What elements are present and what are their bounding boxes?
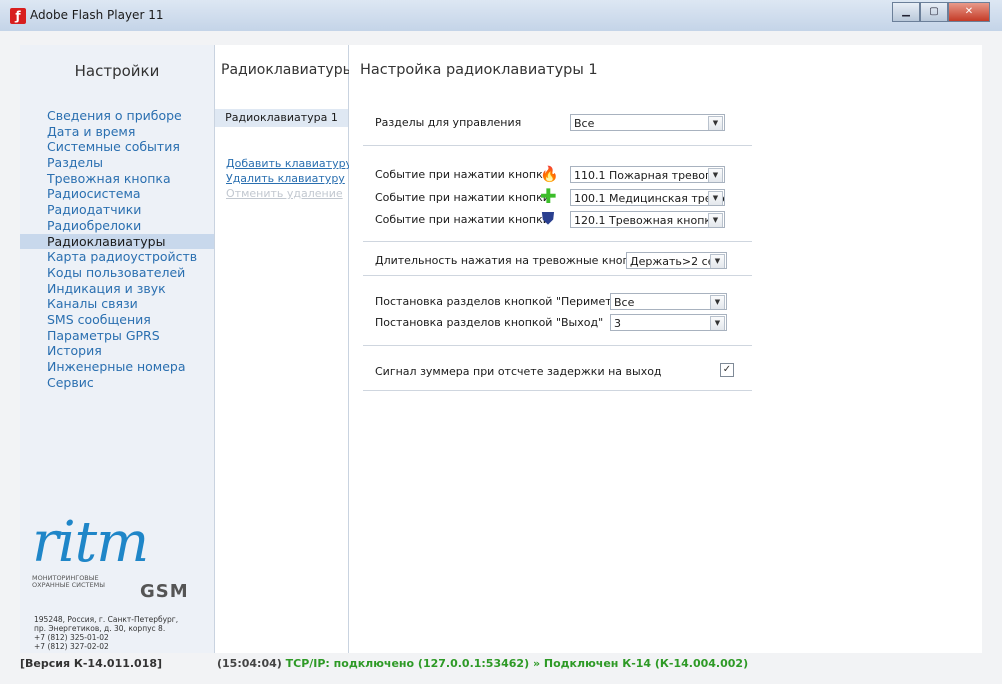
logo-gsm: GSM [140,581,189,602]
sidebar-item[interactable]: Параметры GPRS [20,328,214,344]
sidebar-nav: Сведения о приборе Дата и время Системные … [20,108,214,390]
status-arrow: » [532,657,541,670]
perimeter-value: Все [614,296,635,309]
sidebar-item[interactable]: Дата и время [20,124,214,140]
sidebar-item[interactable]: Системные события [20,139,214,155]
chevron-down-icon[interactable]: ▼ [710,254,725,268]
keyboard-settings-panel: Настройка радиоклавиатуры 1 Разделы для … [349,45,982,653]
chevron-down-icon[interactable]: ▼ [710,295,725,309]
sidebar-item[interactable]: Тревожная кнопка [20,171,214,187]
sidebar-item[interactable]: Инженерные номера [20,359,214,375]
chevron-down-icon[interactable]: ▼ [708,168,723,182]
cancel-delete-link: Отменить удаление [226,187,343,200]
keyboards-list-panel: Радиоклавиатуры Радиоклавиатура 1 Добави… [215,45,354,653]
sidebar-item[interactable]: Индикация и звук [20,281,214,297]
sidebar-item[interactable]: SMS сообщения [20,312,214,328]
chevron-down-icon[interactable]: ▼ [708,191,723,205]
exit-label: Постановка разделов кнопкой "Выход" [375,316,604,329]
keyboards-panel-title: Радиоклавиатуры [221,62,354,78]
sidebar-item[interactable]: Карта радиоустройств [20,249,214,265]
chevron-down-icon[interactable]: ▼ [710,316,725,330]
company-address: 195248, Россия, г. Санкт-Петербург, пр. … [34,615,214,651]
app-frame: Настройки Сведения о приборе Дата и время… [0,31,1002,684]
duration-label: Длительность нажатия на тревожные кнопки [375,254,644,267]
sidebar-item[interactable]: Каналы связи [20,296,214,312]
sections-select[interactable]: Все ▼ [570,114,725,131]
phone-line: +7 (812) 327-02-02 [34,642,109,651]
fire-event-select[interactable]: 110.1 Пожарная тревога ▼ [570,166,725,183]
perimeter-select[interactable]: Все ▼ [610,293,727,310]
settings-title: Настройка радиоклавиатуры 1 [360,62,598,78]
tcp-status: TCP/IP: подключено (127.0.0.1:53462) [285,657,530,670]
sidebar-item[interactable]: Радиосистема [20,186,214,202]
phone-line: +7 (812) 325-01-02 [34,633,109,642]
event-label-medical: Событие при нажатии кнопки [375,191,550,204]
sidebar-item[interactable]: Радиобрелоки [20,218,214,234]
duration-select[interactable]: Держать>2 сек ▼ [626,252,727,269]
panic-event-select[interactable]: 120.1 Тревожная кнопка ▼ [570,211,725,228]
panic-event-value: 120.1 Тревожная кнопка [574,214,718,227]
perimeter-label: Постановка разделов кнопкой "Периметр" [375,295,624,308]
exit-value: 3 [614,317,621,330]
divider [363,145,752,146]
divider [363,390,752,391]
chevron-down-icon[interactable]: ▼ [708,213,723,227]
add-keyboard-link[interactable]: Добавить клавиатуру [226,157,352,170]
window-title: Adobe Flash Player 11 [30,8,164,22]
fire-event-value: 110.1 Пожарная тревога [574,169,718,182]
police-shield-icon: ⛊ [541,209,555,229]
exit-select[interactable]: 3 ▼ [610,314,727,331]
event-label-police: Событие при нажатии кнопки [375,213,550,226]
medical-event-select[interactable]: 100.1 Медицинская тревог. ▼ [570,189,725,206]
sidebar-title: Настройки [74,62,160,80]
device-status: Подключен К-14 (К-14.004.002) [543,657,749,670]
sidebar-item[interactable]: Сервис [20,375,214,391]
medical-event-value: 100.1 Медицинская тревог. [574,192,725,205]
event-label-fire: Событие при нажатии кнопки [375,168,550,181]
status-bar: [Версия К-14.011.018] (15:04:04) TCP/IP:… [20,655,982,673]
window-titlebar: ƒ Adobe Flash Player 11 ▁ ▢ ✕ [0,0,1002,32]
sidebar-item[interactable]: Радиодатчики [20,202,214,218]
buzzer-label: Сигнал зуммера при отсчете задержки на в… [375,365,662,378]
minimize-button[interactable]: ▁ [892,2,920,22]
duration-value: Держать>2 сек [630,255,722,268]
divider [363,241,752,242]
sidebar-item[interactable]: История [20,343,214,359]
address-line: пр. Энергетиков, д. 30, корпус 8. [34,624,166,633]
logo-wordmark: ritm [32,510,149,575]
medical-cross-icon: ✚ [540,184,557,208]
version-text: [Версия К-14.011.018] [20,657,163,670]
sidebar-item[interactable]: Радиоклавиатуры [20,233,214,250]
sections-select-value: Все [574,117,595,130]
logo-subtitle: МОНИТОРИНГОВЫЕ ОХРАННЫЕ СИСТЕМЫ [32,574,105,589]
address-line: 195248, Россия, г. Санкт-Петербург, [34,615,179,624]
status-time: (15:04:04) [217,657,282,670]
divider [363,345,752,346]
ritm-logo: ritm МОНИТОРИНГОВЫЕ ОХРАННЫЕ СИСТЕМЫ GSM [32,510,207,603]
sections-label: Разделы для управления [375,116,522,129]
maximize-button[interactable]: ▢ [920,2,948,22]
sidebar-item[interactable]: Коды пользователей [20,265,214,281]
chevron-down-icon[interactable]: ▼ [708,116,723,130]
connection-status: (15:04:04) TCP/IP: подключено (127.0.0.1… [217,655,748,673]
fire-icon: 🔥 [540,165,559,183]
delete-keyboard-link[interactable]: Удалить клавиатуру [226,172,345,185]
close-button[interactable]: ✕ [948,2,990,22]
buzzer-checkbox[interactable]: ✓ [720,363,734,377]
flash-player-icon: ƒ [10,8,26,24]
divider [363,275,752,276]
window-controls: ▁ ▢ ✕ [892,2,990,22]
keyboard-list-item[interactable]: Радиоклавиатура 1 [215,109,348,127]
sidebar-item[interactable]: Сведения о приборе [20,108,214,124]
sidebar-item[interactable]: Разделы [20,155,214,171]
settings-sidebar: Настройки Сведения о приборе Дата и время… [20,45,215,653]
